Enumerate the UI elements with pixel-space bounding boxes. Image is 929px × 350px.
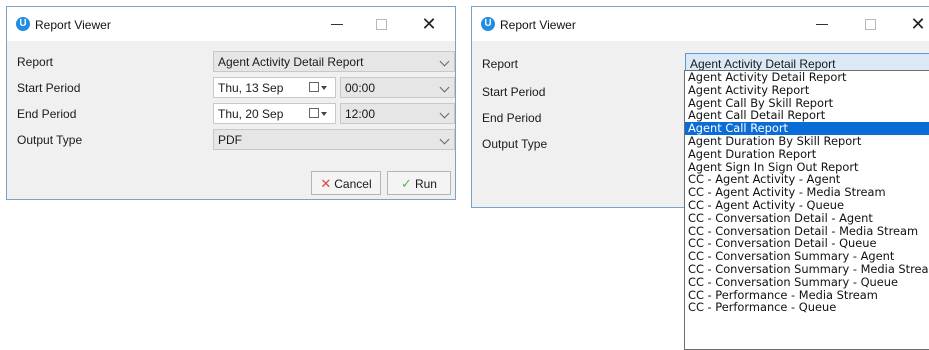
dropdown-option[interactable]: CC - Agent Activity - Queue [685,199,929,212]
report-label: Report [17,55,54,69]
end-period-row: End Period Thu, 20 Sep 12:00 [7,103,455,125]
start-date-value: Thu, 13 Sep [218,81,284,95]
dropdown-option[interactable]: CC - Performance - Queue [685,301,929,314]
app-logo-icon: U [16,17,30,31]
start-period-row: Start Period Thu, 13 Sep 00:00 [7,77,455,99]
end-date-picker[interactable]: Thu, 20 Sep [213,103,336,124]
report-dropdown-list[interactable]: Agent Activity Detail Report Agent Activi… [684,70,929,350]
close-icon[interactable]: ✕ [407,10,451,38]
app-logo-icon: U [481,17,495,31]
report-select[interactable]: Agent Activity Detail Report [213,51,455,72]
cancel-label: Cancel [334,177,372,191]
report-viewer-window-left: U Report Viewer ✕ Report Agent Activity … [6,6,456,200]
start-time-value: 00:00 [345,81,376,95]
chevron-down-icon [439,108,450,119]
output-type-row: Output Type PDF [7,129,455,151]
checkmark-icon: ✓ [401,176,412,191]
dropdown-option[interactable]: CC - Conversation Detail - Agent [685,211,929,225]
output-type-value: PDF [218,133,242,147]
output-type-label: Output Type [482,137,548,151]
maximize-icon[interactable] [848,10,892,38]
title-bar: U Report Viewer ✕ [7,7,455,41]
end-period-label: End Period [482,111,542,125]
window-title: Report Viewer [35,18,111,32]
dropdown-option[interactable]: CC - Conversation Summary - Media Stream [685,263,929,276]
dropdown-option[interactable]: CC - Conversation Summary - Queue [685,275,929,289]
report-row: Report Agent Activity Detail Report [7,51,455,73]
dropdown-option[interactable]: Agent Duration By Skill Report [685,135,929,148]
chevron-down-icon [439,56,450,67]
calendar-dropdown-icon[interactable] [309,107,327,119]
button-row: ✕ Cancel ✓ Run [7,171,455,195]
chevron-down-icon [439,82,450,93]
cancel-button[interactable]: ✕ Cancel [311,171,381,195]
minimize-icon[interactable] [800,10,844,38]
title-bar: U Report Viewer ✕ [472,7,929,41]
start-period-label: Start Period [482,85,546,99]
output-type-select[interactable]: PDF [213,129,455,150]
report-label: Report [482,57,519,71]
run-label: Run [414,177,437,191]
dropdown-option[interactable]: Agent Duration Report [685,147,929,161]
end-period-label: End Period [17,107,77,121]
calendar-dropdown-icon[interactable] [309,81,327,93]
start-period-label: Start Period [17,81,81,95]
dropdown-option[interactable]: Agent Activity Detail Report [685,71,929,84]
window-title: Report Viewer [500,18,576,32]
minimize-icon[interactable] [315,10,359,38]
start-time-select[interactable]: 00:00 [340,77,455,98]
end-time-value: 12:00 [345,107,376,121]
dropdown-option[interactable]: Agent Activity Report [685,83,929,97]
cancel-x-icon: ✕ [320,176,332,191]
report-select-value: Agent Activity Detail Report [218,55,364,69]
end-date-value: Thu, 20 Sep [218,107,284,121]
start-date-picker[interactable]: Thu, 13 Sep [213,77,336,98]
end-time-select[interactable]: 12:00 [340,103,455,124]
chevron-down-icon [439,134,450,145]
report-select-value: Agent Activity Detail Report [690,57,836,71]
close-icon[interactable]: ✕ [896,10,929,38]
maximize-icon[interactable] [359,10,403,38]
output-type-label: Output Type [17,133,83,147]
run-button[interactable]: ✓ Run [387,171,451,195]
